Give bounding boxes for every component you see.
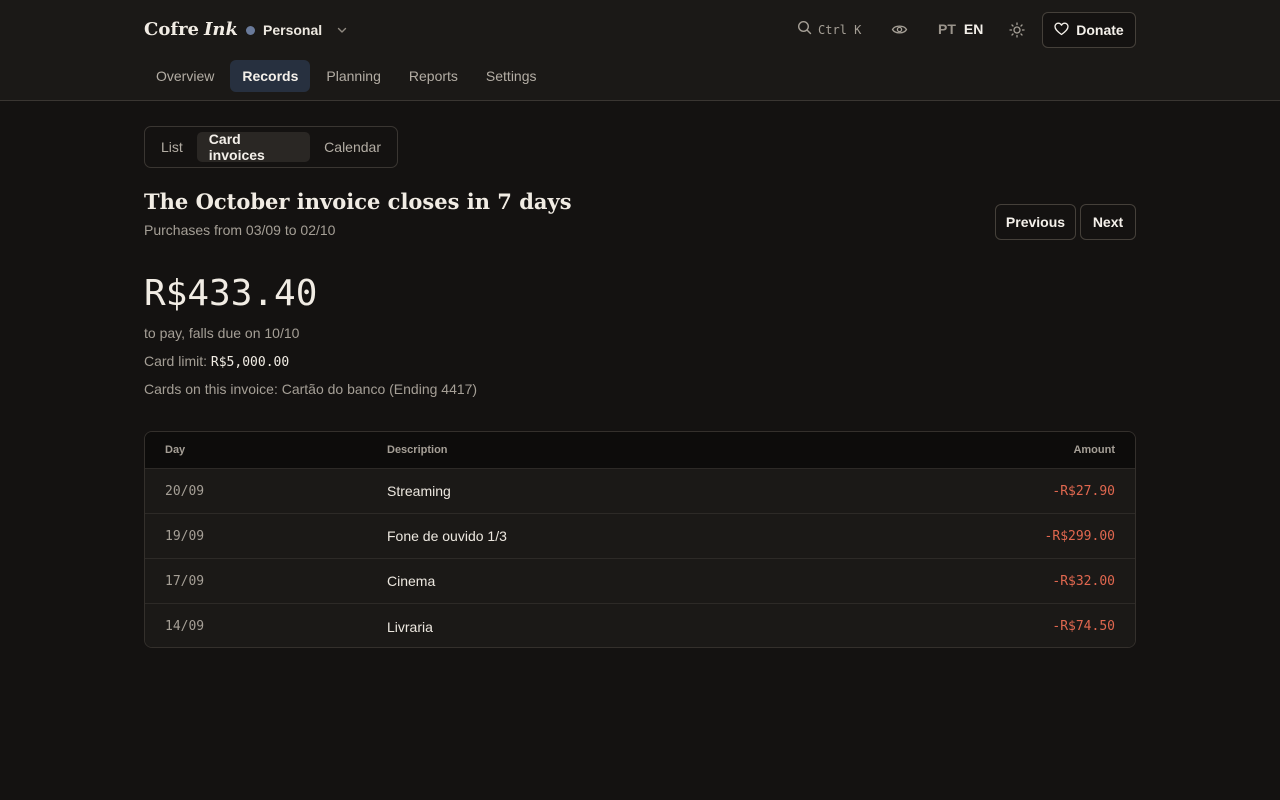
tab-records[interactable]: Records [230, 60, 311, 92]
column-header-description: Description [387, 444, 448, 456]
brand-name: Cofre [144, 19, 200, 40]
donate-label: Donate [1076, 22, 1124, 38]
previous-button[interactable]: Previous [995, 204, 1076, 240]
row-description: Livraria [387, 618, 433, 635]
main-nav: Overview Records Planning Reports Settin… [144, 60, 549, 92]
table-header: Day Description Amount [145, 432, 1135, 469]
table-row[interactable]: 20/09 Streaming -R$27.90 [145, 469, 1135, 514]
language-switcher: PT EN [938, 21, 983, 37]
records-view-tabs: List Card invoices Calendar [144, 126, 398, 168]
tab-settings[interactable]: Settings [474, 60, 549, 92]
invoice-table: Day Description Amount 20/09 Streaming -… [144, 431, 1136, 648]
row-description: Fone de ouvido 1/3 [387, 528, 507, 544]
row-day: 19/09 [165, 528, 205, 544]
eye-icon[interactable] [891, 22, 908, 42]
brand-logo[interactable]: Cofre Ink [144, 19, 238, 40]
subtab-card-invoices[interactable]: Card invoices [196, 131, 311, 163]
tab-planning[interactable]: Planning [314, 60, 393, 92]
row-amount: -R$27.90 [1052, 483, 1115, 499]
card-limit-value: R$5,000.00 [210, 355, 290, 370]
row-day: 20/09 [165, 483, 205, 499]
row-amount: -R$299.00 [1044, 528, 1115, 544]
card-limit: Card limit: R$5,000.00 [144, 353, 289, 370]
table-row[interactable]: 14/09 Livraria -R$74.50 [145, 604, 1135, 647]
column-header-day: Day [165, 444, 186, 456]
row-description: Cinema [387, 573, 436, 589]
invoice-due-text: to pay, falls due on 10/10 [144, 325, 300, 341]
sun-icon[interactable] [1009, 22, 1025, 43]
search-shortcut: Ctrl K [818, 23, 862, 37]
search-button[interactable]: Ctrl K [797, 20, 861, 40]
lang-en[interactable]: EN [964, 21, 983, 37]
lang-pt[interactable]: PT [938, 21, 956, 37]
brand-accent: Ink [204, 19, 238, 40]
row-day: 17/09 [165, 573, 205, 589]
chevron-down-icon [336, 24, 348, 36]
heart-icon [1054, 22, 1069, 39]
table-row[interactable]: 17/09 Cinema -R$32.00 [145, 559, 1135, 604]
invoice-title: The October invoice closes in 7 days [144, 189, 572, 214]
top-bar: Cofre Ink Personal Overview Records Plan… [0, 0, 1280, 101]
workspace-switcher[interactable]: Personal [246, 19, 348, 41]
next-button[interactable]: Next [1080, 204, 1136, 240]
search-icon [797, 20, 812, 40]
row-amount: -R$32.00 [1052, 573, 1115, 589]
row-amount: -R$74.50 [1052, 619, 1115, 634]
invoice-cards-text: Cards on this invoice: Cartão do banco (… [144, 381, 478, 397]
donate-button[interactable]: Donate [1042, 12, 1136, 48]
invoice-amount: R$433.40 [144, 273, 318, 314]
subtab-list[interactable]: List [149, 132, 195, 162]
invoice-period: Purchases from 03/09 to 02/10 [144, 222, 336, 238]
table-row[interactable]: 19/09 Fone de ouvido 1/3 -R$299.00 [145, 514, 1135, 559]
subtab-calendar[interactable]: Calendar [312, 132, 393, 162]
tab-overview[interactable]: Overview [144, 60, 226, 92]
row-description: Streaming [387, 483, 451, 499]
workspace-label: Personal [263, 22, 323, 38]
row-day: 14/09 [165, 619, 205, 634]
column-header-amount: Amount [1073, 444, 1115, 456]
card-limit-label: Card limit: [144, 353, 208, 369]
workspace-dot [246, 25, 255, 35]
tab-reports[interactable]: Reports [397, 60, 470, 92]
